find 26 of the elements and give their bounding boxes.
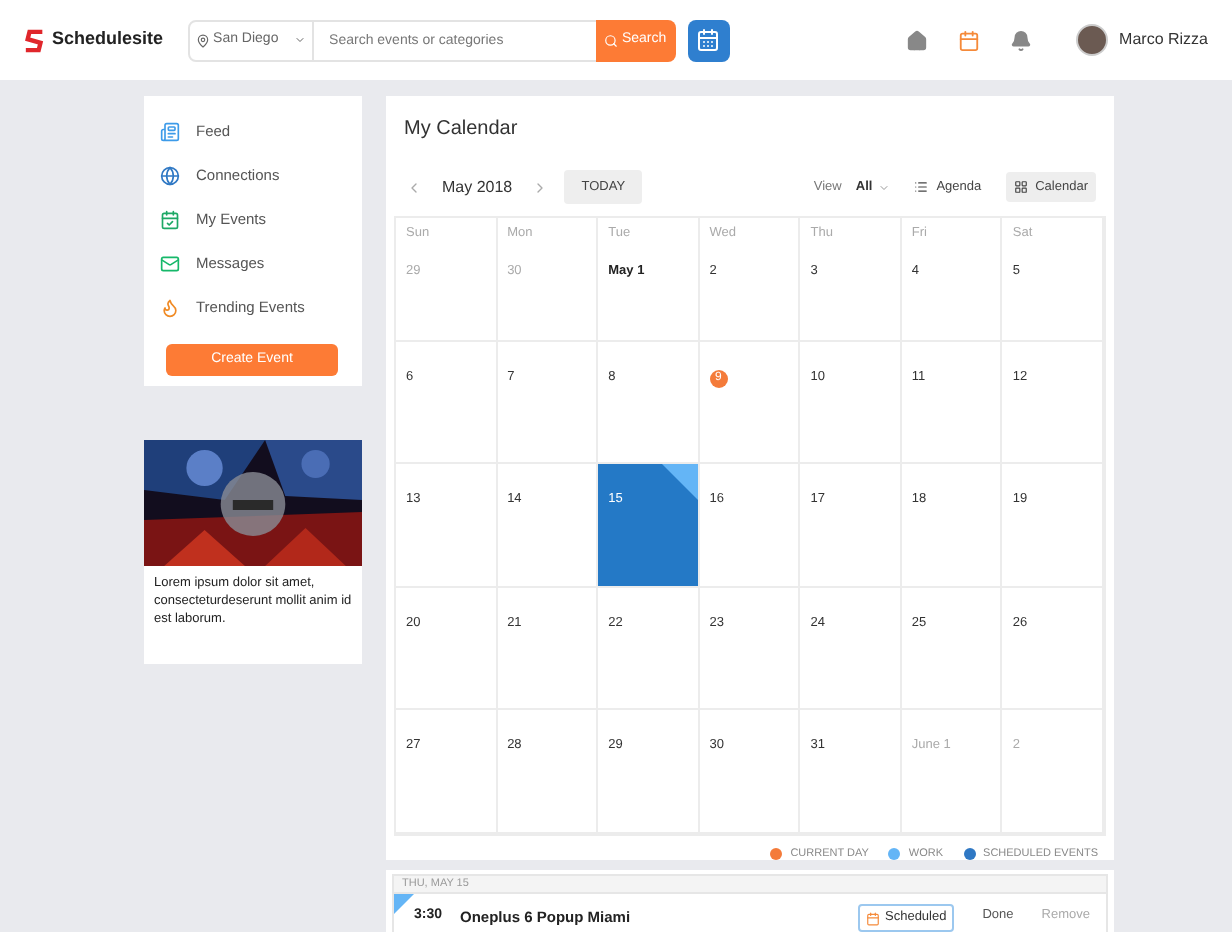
calendar-icon	[865, 911, 879, 925]
search-icon	[603, 33, 618, 47]
logo-icon	[24, 27, 46, 53]
globe-icon	[160, 166, 180, 186]
calendar-icon	[696, 28, 721, 52]
grid-icon	[1013, 180, 1028, 194]
avatar[interactable]	[1075, 24, 1108, 56]
previous-icon[interactable]	[406, 179, 422, 195]
month-label: May 2018	[442, 175, 513, 199]
chevron-icon	[293, 34, 306, 46]
home-icon	[906, 29, 929, 51]
pin-icon	[195, 33, 210, 47]
calendar-title: My Calendar	[402, 116, 520, 144]
bell-icon	[1010, 29, 1033, 51]
calendar-button[interactable]	[687, 19, 730, 61]
envelope-icon	[160, 254, 180, 274]
chevron-icon	[878, 181, 891, 193]
newspaper-icon	[160, 122, 180, 142]
flame-icon	[160, 298, 180, 318]
brand-name: Schedulesite	[52, 26, 164, 53]
corner-flag-icon	[394, 894, 414, 914]
calendar-icon	[160, 210, 180, 230]
user-name[interactable]: Marco Rizza	[1119, 28, 1208, 52]
corner-flag-icon	[661, 464, 698, 501]
calendar-icon	[958, 29, 981, 51]
list-icon	[914, 180, 929, 194]
